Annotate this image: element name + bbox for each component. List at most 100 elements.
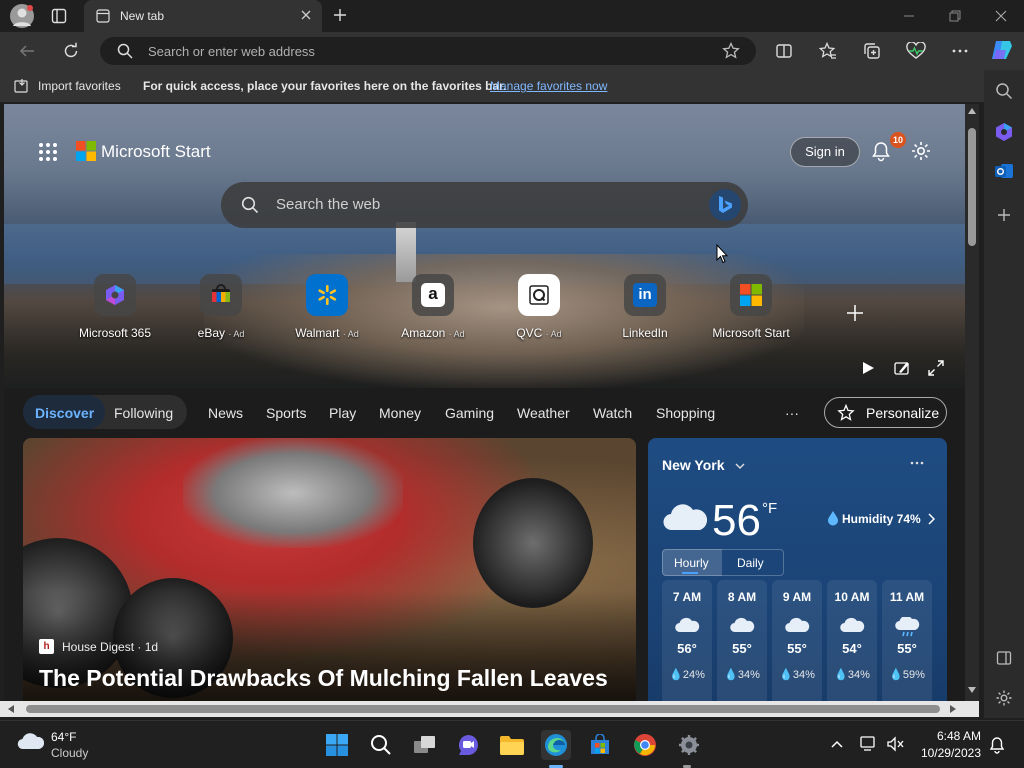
minimize-button[interactable] bbox=[894, 6, 924, 26]
quick-link-linkedin[interactable]: in LinkedIn bbox=[590, 274, 700, 340]
tab-news[interactable]: News bbox=[208, 405, 243, 421]
top-story-card[interactable]: h House Digest · 1d The Potential Drawba… bbox=[23, 438, 636, 701]
weather-card[interactable]: New York 56 °F Humidity 74% Hourly Daily… bbox=[648, 438, 947, 701]
chevron-down-icon[interactable] bbox=[734, 460, 746, 472]
tab-play[interactable]: Play bbox=[329, 405, 356, 421]
close-window-button[interactable] bbox=[986, 6, 1016, 26]
new-tab-button[interactable] bbox=[332, 7, 348, 23]
tab-gaming[interactable]: Gaming bbox=[445, 405, 494, 421]
taskbar-weather-desc[interactable]: Cloudy bbox=[51, 746, 88, 760]
manage-favorites-link[interactable]: Manage favorites now bbox=[490, 79, 607, 93]
taskbar-weather-cloud-icon[interactable] bbox=[16, 731, 44, 751]
address-bar[interactable]: Search or enter web address bbox=[100, 37, 756, 65]
humidity-text[interactable]: Humidity 74% bbox=[842, 512, 921, 526]
taskbar-search-icon[interactable] bbox=[366, 730, 396, 760]
apps-launcher-icon[interactable] bbox=[38, 142, 58, 162]
sidebar-hide-icon[interactable] bbox=[992, 646, 1016, 670]
quick-link-walmart[interactable]: Walmart · Ad bbox=[272, 274, 382, 340]
page-settings-gear-icon[interactable] bbox=[910, 140, 932, 162]
teams-chat-icon[interactable] bbox=[453, 730, 483, 760]
scroll-left-arrow-icon[interactable] bbox=[8, 705, 14, 713]
favorites-icon[interactable] bbox=[815, 38, 841, 64]
quick-link-qvc[interactable]: QVC · Ad bbox=[484, 274, 594, 340]
tab-actions-icon[interactable] bbox=[51, 8, 67, 24]
horizontal-scrollbar[interactable] bbox=[0, 701, 979, 717]
tab-watch[interactable]: Watch bbox=[593, 405, 632, 421]
quick-link-ebay[interactable]: eBay · Ad bbox=[166, 274, 276, 340]
tab-weather[interactable]: Weather bbox=[517, 405, 570, 421]
add-quick-link-icon[interactable] bbox=[846, 304, 864, 322]
taskbar-clock-date[interactable]: 10/29/2023 bbox=[917, 746, 981, 760]
volume-muted-icon[interactable] bbox=[886, 736, 904, 752]
microsoft-store-icon[interactable] bbox=[585, 730, 615, 760]
tab-sports[interactable]: Sports bbox=[266, 405, 306, 421]
file-explorer-icon[interactable] bbox=[497, 730, 527, 760]
hourly-forecast-item[interactable]: 10 AM 54° 💧34% bbox=[827, 580, 877, 701]
play-background-icon[interactable] bbox=[861, 361, 875, 375]
tab-daily[interactable]: Daily bbox=[737, 556, 764, 570]
chevron-right-icon[interactable] bbox=[927, 513, 935, 525]
add-favorite-star-icon[interactable] bbox=[722, 42, 740, 60]
vertical-scrollbar[interactable] bbox=[965, 104, 979, 701]
tab-new-tab[interactable]: New tab bbox=[84, 0, 322, 32]
collections-icon[interactable] bbox=[859, 38, 885, 64]
notifications-bell-icon[interactable] bbox=[870, 140, 892, 162]
microsoft-start-brand[interactable]: Microsoft Start bbox=[101, 142, 211, 162]
tab-shopping[interactable]: Shopping bbox=[656, 405, 715, 421]
quick-link-microsoft-start[interactable]: Microsoft Start bbox=[696, 274, 806, 340]
browser-essentials-icon[interactable] bbox=[903, 38, 929, 64]
hourly-forecast-item[interactable]: 8 AM 55° 💧34% bbox=[717, 580, 767, 701]
back-button[interactable] bbox=[14, 38, 40, 64]
hourly-forecast-item[interactable]: 11 AM 55° 💧59% bbox=[882, 580, 932, 701]
scroll-right-arrow-icon[interactable] bbox=[950, 705, 956, 713]
tab-following[interactable]: Following bbox=[114, 405, 173, 421]
quick-link-amazon[interactable]: a Amazon · Ad bbox=[378, 274, 488, 340]
weather-location[interactable]: New York bbox=[662, 457, 725, 473]
tab-hourly[interactable]: Hourly bbox=[674, 556, 709, 570]
sidebar-settings-gear-icon[interactable] bbox=[992, 686, 1016, 710]
temperature-unit[interactable]: °F bbox=[762, 500, 777, 517]
scroll-up-arrow-icon[interactable] bbox=[968, 108, 976, 114]
windows-start-icon[interactable] bbox=[322, 730, 352, 760]
taskbar-clock-time[interactable]: 6:48 AM bbox=[933, 729, 981, 743]
settings-more-icon[interactable] bbox=[947, 38, 973, 64]
show-hidden-icons-chevron-up-icon[interactable] bbox=[830, 739, 844, 749]
personalize-button[interactable]: Personalize bbox=[824, 397, 947, 428]
edit-background-icon[interactable] bbox=[894, 360, 910, 376]
bing-chat-icon[interactable] bbox=[709, 189, 741, 221]
chrome-icon[interactable] bbox=[630, 730, 660, 760]
web-search-box[interactable]: Search the web bbox=[221, 182, 748, 228]
more-tabs-button[interactable]: ··· bbox=[785, 405, 799, 421]
notification-center-bell-icon[interactable] bbox=[989, 736, 1005, 754]
copilot-icon[interactable] bbox=[989, 37, 1015, 63]
scroll-down-arrow-icon[interactable] bbox=[968, 687, 976, 693]
quick-link-microsoft-365[interactable]: Microsoft 365 bbox=[60, 274, 170, 340]
edge-taskbar-icon[interactable] bbox=[541, 730, 571, 760]
hourly-forecast-item[interactable]: 9 AM 55° 💧34% bbox=[772, 580, 822, 701]
import-favorites-link[interactable]: Import favorites bbox=[38, 79, 121, 93]
story-headline[interactable]: The Potential Drawbacks Of Mulching Fall… bbox=[39, 665, 608, 692]
close-tab-icon[interactable] bbox=[300, 9, 312, 21]
tab-money[interactable]: Money bbox=[379, 405, 421, 421]
sign-in-button[interactable]: Sign in bbox=[790, 137, 860, 167]
fullscreen-background-icon[interactable] bbox=[928, 360, 944, 376]
vertical-scroll-thumb[interactable] bbox=[968, 128, 976, 246]
profile-avatar[interactable] bbox=[10, 4, 34, 28]
web-search-input[interactable]: Search the web bbox=[276, 196, 380, 213]
sidebar-search-icon[interactable] bbox=[992, 79, 1016, 103]
sidebar-microsoft-365-icon[interactable] bbox=[992, 120, 1016, 144]
task-view-icon[interactable] bbox=[410, 730, 440, 760]
split-screen-icon[interactable] bbox=[771, 38, 797, 64]
weather-more-icon[interactable] bbox=[910, 460, 924, 466]
sidebar-add-icon[interactable] bbox=[992, 203, 1016, 227]
restore-button[interactable] bbox=[940, 6, 970, 26]
horizontal-scroll-thumb[interactable] bbox=[26, 705, 940, 713]
network-icon[interactable] bbox=[860, 736, 878, 752]
hourly-forecast-item[interactable]: 7 AM 56° 💧24% bbox=[662, 580, 712, 701]
address-input[interactable]: Search or enter web address bbox=[148, 44, 315, 59]
settings-gear-taskbar-icon[interactable] bbox=[674, 730, 704, 760]
sidebar-outlook-icon[interactable] bbox=[992, 159, 1016, 183]
taskbar-weather-temp[interactable]: 64°F bbox=[51, 730, 76, 744]
tab-discover[interactable]: Discover bbox=[35, 405, 94, 421]
refresh-button[interactable] bbox=[58, 38, 84, 64]
